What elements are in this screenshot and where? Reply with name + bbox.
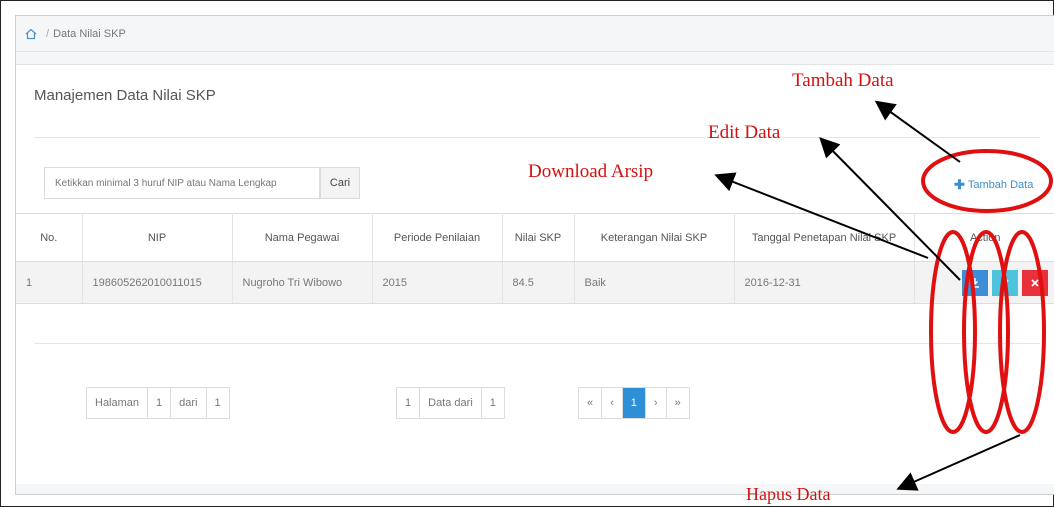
col-header-no: No.	[16, 213, 83, 262]
annotation-tambah-data: Tambah Data	[792, 70, 894, 91]
prev-page-button[interactable]: ‹	[602, 388, 623, 418]
breadcrumb: / Data Nilai SKP	[16, 16, 1054, 52]
table-row: 1 198605262010011015 Nugroho Tri Wibowo …	[16, 261, 1054, 304]
pencil-icon	[1001, 278, 1009, 288]
first-page-button[interactable]: «	[579, 388, 603, 418]
current-page-number: 1	[148, 388, 172, 418]
cell-tanggal: 2016-12-31	[734, 261, 915, 304]
home-icon[interactable]	[24, 27, 38, 41]
record-total: 1	[489, 397, 496, 409]
halaman-label: Halaman	[87, 388, 149, 418]
add-data-link[interactable]: ✚ Tambah Data	[954, 177, 1033, 193]
page-title: Manajemen Data Nilai SKP	[34, 87, 216, 104]
cell-action	[914, 261, 1054, 304]
record-count: 1 Data dari 1	[396, 387, 505, 419]
annotation-download-arsip: Download Arsip	[528, 161, 654, 182]
cell-nip: 198605262010011015	[82, 261, 233, 304]
screenshot-frame: / Data Nilai SKP Manajemen Data Nilai SK…	[0, 0, 1054, 507]
cell-no: 1	[16, 261, 83, 304]
col-header-tanggal: Tanggal Penetapan Nilai SKP	[734, 213, 915, 262]
col-header-action: Action	[914, 213, 1054, 262]
data-dari-label: Data dari	[420, 388, 482, 418]
cell-periode: 2015	[372, 261, 503, 304]
cell-keterangan: Baik	[574, 261, 735, 304]
breadcrumb-current: Data Nilai SKP	[53, 27, 126, 40]
download-icon	[971, 277, 979, 288]
col-header-keterangan: Keterangan Nilai SKP	[574, 213, 735, 262]
page-button-current[interactable]: 1	[622, 388, 646, 418]
title-divider	[34, 137, 1040, 138]
cell-nama: Nugroho Tri Wibowo	[232, 261, 373, 304]
col-header-nip: NIP	[82, 213, 233, 262]
plus-icon: ✚	[954, 177, 965, 192]
next-page-button[interactable]: ›	[646, 388, 667, 418]
edit-data-button[interactable]	[992, 269, 1018, 296]
delete-data-button[interactable]	[1022, 269, 1048, 296]
app-window: / Data Nilai SKP Manajemen Data Nilai SK…	[15, 15, 1054, 495]
search-placeholder: Ketikkan minimal 3 huruf NIP atau Nama L…	[55, 177, 277, 189]
page-indicator: Halaman 1 dari 1	[86, 387, 230, 419]
close-icon	[1031, 278, 1039, 287]
download-archive-button[interactable]	[962, 269, 988, 296]
col-header-nilai: Nilai SKP	[502, 213, 575, 262]
last-page-button[interactable]: »	[667, 388, 689, 418]
cell-nilai: 84.5	[502, 261, 575, 304]
col-header-periode: Periode Penilaian	[372, 213, 503, 262]
data-table: No. NIP Nama Pegawai Periode Penilaian N…	[16, 213, 1054, 304]
search-input[interactable]: Ketikkan minimal 3 huruf NIP atau Nama L…	[44, 167, 320, 199]
table-footer-divider	[34, 343, 1040, 344]
main-panel: Manajemen Data Nilai SKP Ketikkan minima…	[16, 64, 1054, 484]
breadcrumb-separator: /	[46, 27, 50, 40]
pagination: « ‹ 1 › »	[578, 387, 690, 419]
table-header-row: No. NIP Nama Pegawai Periode Penilaian N…	[16, 213, 1054, 262]
dari-label: dari	[171, 388, 207, 418]
total-pages: 1	[214, 397, 221, 409]
record-count-value: 1	[397, 388, 421, 418]
col-header-nama: Nama Pegawai	[232, 213, 373, 262]
add-data-label: Tambah Data	[967, 179, 1034, 191]
annotation-hapus-data: Hapus Data	[746, 484, 831, 504]
search-button[interactable]: Cari	[320, 167, 360, 199]
annotation-edit-data: Edit Data	[708, 122, 781, 143]
